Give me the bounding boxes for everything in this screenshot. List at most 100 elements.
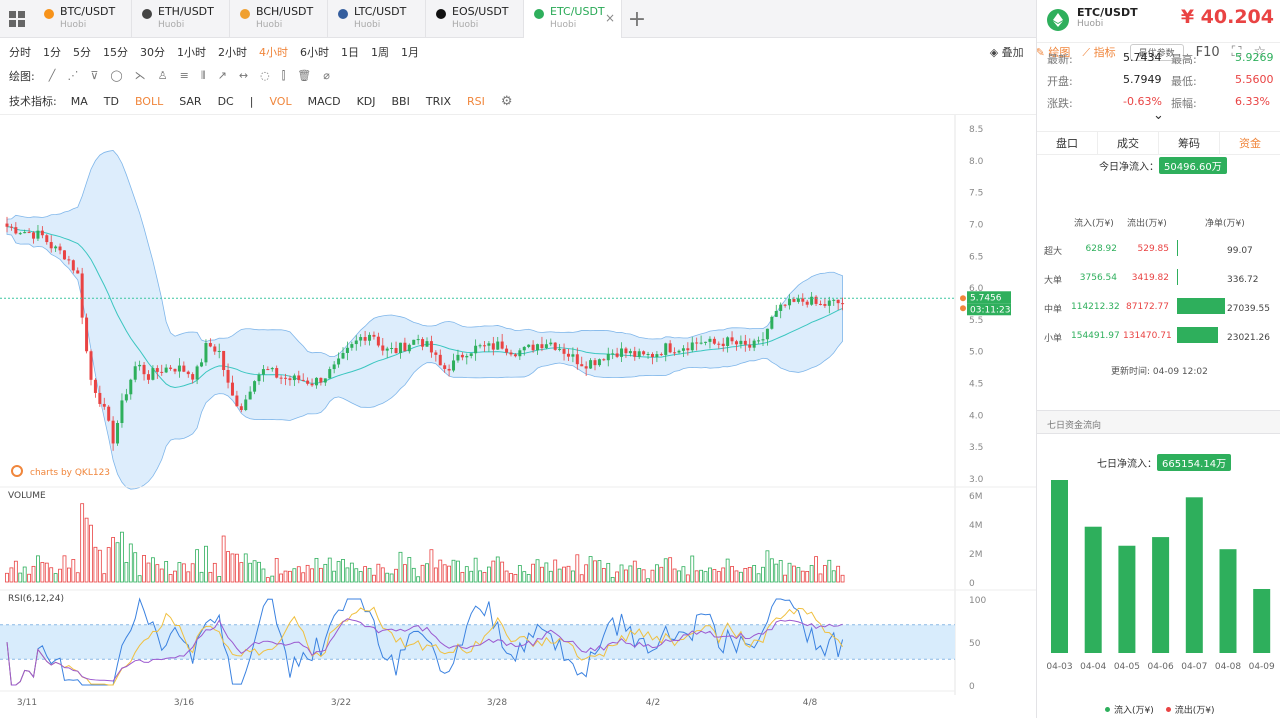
volume-bar (111, 537, 116, 583)
candle (394, 348, 398, 354)
expand-chevron-icon[interactable]: ⌄ (1153, 108, 1164, 123)
candle (677, 350, 681, 353)
indicator-kdj[interactable]: KDJ (357, 95, 376, 108)
candle (695, 342, 699, 344)
side-tab-2[interactable]: 筹码 (1159, 132, 1220, 154)
candle (89, 351, 93, 380)
flow-net-bar (1177, 327, 1218, 343)
draw-tool-0-icon[interactable]: ╱ (49, 69, 56, 83)
period-9[interactable]: 1日 (341, 44, 359, 60)
rsi-tick: 50 (969, 639, 981, 649)
volume-bar (265, 577, 270, 583)
volume-bar (730, 566, 734, 583)
indicator-sar[interactable]: SAR (179, 95, 201, 108)
volume-bar (13, 560, 18, 583)
volume-bar (314, 557, 319, 583)
volume-bar (690, 555, 695, 583)
volume-bar (204, 545, 208, 583)
add-tab-button[interactable]: + (622, 0, 652, 38)
indicator-boll[interactable]: BOLL (135, 95, 163, 108)
side-tab-0[interactable]: 盘口 (1037, 132, 1098, 154)
volume-bar (102, 573, 107, 583)
coin-icon (338, 9, 348, 19)
period-6[interactable]: 2小时 (218, 44, 247, 60)
draw-tools-bar: 绘图: ╱ ⋰ ⊽ ◯ ⋋ ♙ ≡ ⦀ ↗ ↔ ◌ ⫿ 🗑 ⌀ (0, 66, 1036, 86)
volume-bar (743, 568, 748, 583)
candle (593, 360, 597, 366)
volume-bar (22, 566, 27, 583)
candle (120, 400, 124, 424)
indicator-dc[interactable]: DC (218, 95, 234, 108)
tab-bch-usdt[interactable]: BCH/USDT Huobi (230, 0, 328, 38)
flow-row-net: 99.07 (1227, 246, 1253, 256)
volume-bar (752, 565, 757, 583)
draw-tool-8-icon[interactable]: ↗ (218, 69, 227, 83)
volume-tick: 2M (969, 550, 983, 560)
flow-header: 净单(万¥) (1205, 219, 1245, 229)
draw-tool-10-icon[interactable]: ◌ (260, 69, 270, 83)
candle (642, 351, 646, 355)
draw-tool-11-icon[interactable]: ⫿ (282, 69, 286, 83)
draw-tool-7-icon[interactable]: ⦀ (201, 69, 206, 83)
tab-etc-usdt[interactable]: ETC/USDT Huobi × (524, 0, 622, 38)
volume-bar (553, 559, 558, 583)
volume-bar (668, 557, 673, 583)
volume-bar (805, 571, 810, 583)
indicator-rsi[interactable]: RSI (467, 95, 485, 108)
candle (637, 351, 641, 357)
period-4[interactable]: 30分 (140, 44, 165, 60)
period-0[interactable]: 分时 (9, 44, 31, 60)
period-1[interactable]: 1分 (43, 44, 61, 60)
volume-bar (5, 572, 9, 583)
draw-tool-12-icon[interactable]: 🗑 (297, 69, 311, 83)
tab-btc-usdt[interactable]: BTC/USDT Huobi (34, 0, 132, 38)
indicator-ma[interactable]: MA (71, 95, 88, 108)
indicator-vol[interactable]: VOL (269, 95, 291, 108)
draw-tool-9-icon[interactable]: ↔ (239, 69, 248, 83)
flow-net-bar (1177, 269, 1178, 285)
price-tick: 7.0 (969, 220, 984, 230)
tab-ltc-usdt[interactable]: LTC/USDT Huobi (328, 0, 426, 38)
indicator-trix[interactable]: TRIX (426, 95, 451, 108)
price-tick: 3.0 (969, 475, 984, 485)
period-10[interactable]: 1周 (371, 44, 389, 60)
stat-value: 6.33% (1235, 95, 1270, 108)
draw-tool-5-icon[interactable]: ♙ (158, 69, 168, 83)
indicator-settings-gear-icon[interactable]: ⚙ (501, 94, 513, 109)
candle (429, 341, 433, 353)
grid-menu-icon[interactable] (0, 0, 34, 38)
draw-tool-6-icon[interactable]: ≡ (180, 69, 189, 83)
candle (527, 344, 531, 347)
overlay-button[interactable]: ◈ 叠加 (990, 44, 1024, 60)
period-3[interactable]: 15分 (103, 44, 128, 60)
indicator-macd[interactable]: MACD (308, 95, 341, 108)
volume-bar (840, 574, 845, 583)
volume-bar (654, 564, 659, 583)
rsi-label: RSI(6,12,24) (8, 594, 64, 604)
tab-eos-usdt[interactable]: EOS/USDT Huobi (426, 0, 524, 38)
draw-tool-1-icon[interactable]: ⋰ (67, 69, 78, 83)
draw-tool-2-icon[interactable]: ⊽ (90, 69, 98, 83)
volume-bar (44, 562, 49, 583)
rsi-tick: 0 (969, 682, 975, 692)
indicator-bbi[interactable]: BBI (392, 95, 410, 108)
close-tab-icon[interactable]: × (605, 11, 615, 25)
period-5[interactable]: 1小时 (177, 44, 206, 60)
volume-bar (624, 569, 628, 583)
side-tab-3[interactable]: 资金 (1220, 132, 1280, 154)
kline-chart[interactable]: 8.58.07.57.06.56.05.55.04.54.03.53.05.74… (0, 115, 1036, 715)
period-11[interactable]: 1月 (401, 44, 419, 60)
period-8[interactable]: 6小时 (300, 44, 329, 60)
draw-tool-4-icon[interactable]: ⋋ (135, 69, 146, 83)
period-7[interactable]: 4小时 (259, 44, 288, 60)
candle (416, 339, 420, 341)
candle (509, 352, 513, 355)
candle (730, 337, 734, 342)
draw-tool-13-icon[interactable]: ⌀ (323, 69, 330, 83)
draw-tool-3-icon[interactable]: ◯ (110, 69, 122, 83)
period-2[interactable]: 5分 (73, 44, 91, 60)
side-tab-1[interactable]: 成交 (1098, 132, 1159, 154)
tab-eth-usdt[interactable]: ETH/USDT Huobi (132, 0, 230, 38)
stat-value: 5.7949 (1123, 73, 1162, 86)
indicator-td[interactable]: TD (104, 95, 119, 108)
